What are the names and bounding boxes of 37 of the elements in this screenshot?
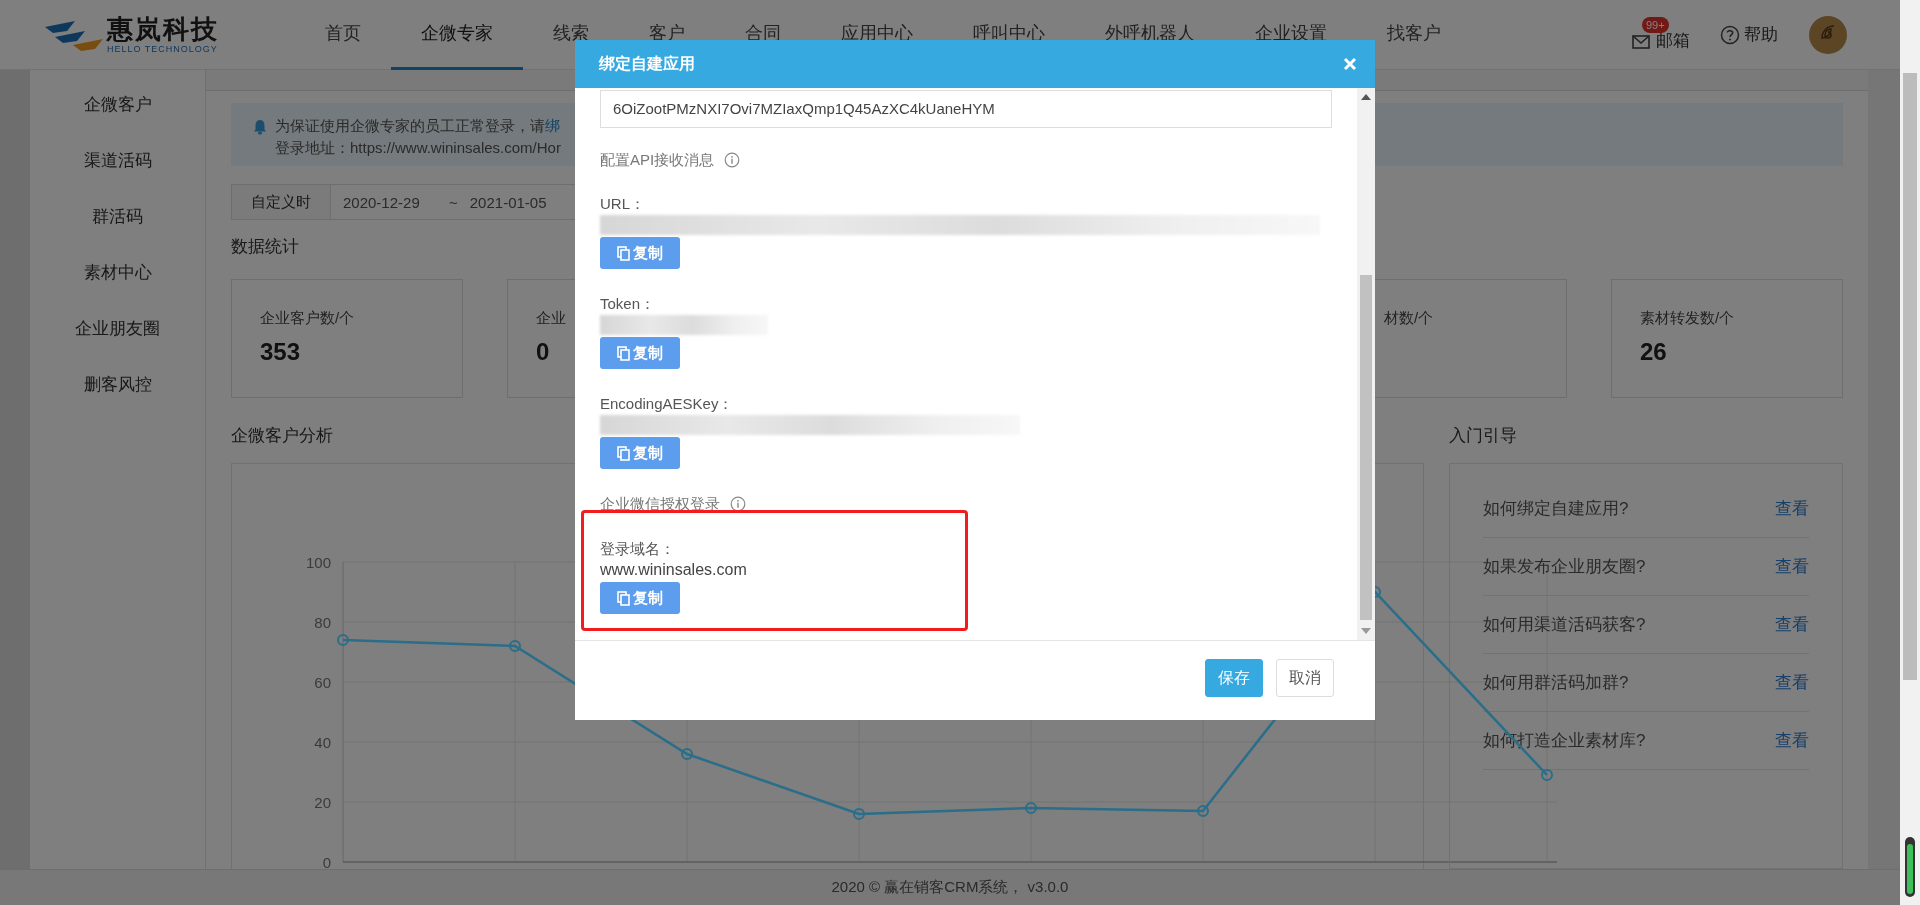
start-date: 2020-12-29	[343, 193, 421, 211]
section-title: 入门引导	[1449, 425, 1517, 447]
section-heading: 配置API接收消息	[600, 150, 715, 170]
date-separator: ~	[449, 193, 458, 211]
field-label: Token：	[600, 294, 656, 314]
field-label: URL：	[600, 194, 645, 214]
end-date: 2021-01-05	[469, 193, 548, 211]
date-range-label: 自定义时	[232, 185, 331, 219]
stat-label: 企业	[536, 308, 566, 328]
dialog-title: 绑定自建应用	[599, 53, 695, 74]
login-address-text: 登录地址：https://www.wininsales.com/Hor	[275, 138, 561, 158]
copyright-text: 2020 © 赢在销客CRM系统， v3.0.0	[831, 878, 1069, 897]
guide-question: 如果发布企业朋友圈?	[1483, 556, 1646, 578]
stat-label: 材数/个	[1384, 308, 1434, 328]
guide-question: 如何用群活码加群?	[1483, 672, 1629, 694]
y-tick-label: 40	[314, 734, 331, 751]
section-title: 数据统计	[231, 236, 299, 258]
y-tick-label: 60	[314, 674, 331, 691]
stat-value: 353	[260, 338, 301, 366]
y-tick-label: 0	[322, 854, 331, 869]
guide-question: 如何绑定自建应用?	[1483, 498, 1629, 520]
field-label: 登录域名：	[600, 539, 675, 559]
stat-label: 企业客户数/个	[260, 308, 355, 328]
logo-name: 惠岚科技	[107, 14, 219, 44]
guide-question: 如何用渠道活码获客?	[1483, 614, 1646, 636]
notice-text: 为保证使用企微专家的员工正常登录，请绑	[275, 116, 561, 136]
y-tick-label: 80	[314, 614, 331, 631]
stat-value: 26	[1640, 338, 1667, 366]
y-tick-label: 20	[314, 794, 331, 811]
stat-value: 0	[536, 338, 550, 366]
section-title: 企微客户分析	[231, 425, 333, 447]
y-tick-label: 100	[305, 554, 331, 571]
notification-badge: 99+	[1642, 17, 1669, 33]
logo-tagline: HELLO TECHNOLOGY	[107, 44, 219, 55]
field-value: www.wininsales.com	[600, 560, 747, 580]
field-label: EncodingAESKey：	[600, 394, 734, 414]
stat-label: 素材转发数/个	[1640, 308, 1735, 328]
